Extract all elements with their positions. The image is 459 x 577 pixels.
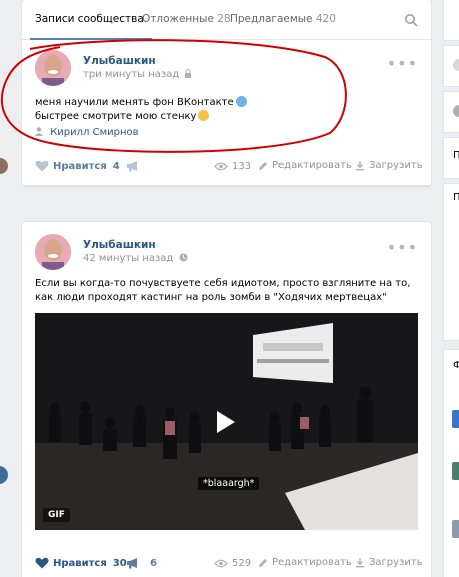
- post-time-text: 42 минуты назад: [83, 253, 174, 264]
- tab-count: 420: [315, 13, 336, 25]
- pencil-icon: [259, 558, 267, 567]
- avatar[interactable]: [35, 234, 71, 270]
- more-icon[interactable]: •••: [387, 56, 418, 72]
- tab-label: Предлагаемые: [230, 13, 313, 25]
- sidebar-logo-icon: [453, 59, 459, 71]
- sidebar-block[interactable]: П: [444, 138, 459, 178]
- upload-button[interactable]: Загрузить: [355, 160, 423, 171]
- sidebar-block: [444, 0, 459, 40]
- views-count: 529: [232, 558, 252, 569]
- heart-icon: [35, 160, 49, 172]
- clock-icon: [179, 253, 188, 262]
- tab-label: Записи сообщества: [35, 13, 144, 25]
- views-counter: 133: [214, 161, 251, 172]
- like-label: Нравится: [53, 557, 107, 569]
- edit-button[interactable]: Редактировать: [258, 160, 352, 171]
- gif-caption: *blaaargh*: [198, 477, 260, 490]
- pencil-icon: [259, 161, 267, 170]
- like-button[interactable]: Нравится 30: [35, 557, 127, 569]
- tab-postponed[interactable]: Отложенные 28: [142, 13, 231, 25]
- post-actions: Нравится 30 6 529 Редактировать Загрузит…: [22, 551, 431, 577]
- gif-attachment[interactable]: *blaaargh* GIF: [35, 313, 418, 530]
- download-icon: [356, 161, 364, 170]
- views-count: 133: [232, 161, 252, 172]
- post-actions: Нравится 4 133 Редактировать Загрузить: [22, 154, 431, 182]
- sidebar-block-title: П: [453, 150, 459, 161]
- megaphone-icon: [127, 161, 137, 172]
- share-count: 6: [150, 557, 157, 569]
- edit-label: Редактировать: [272, 557, 352, 568]
- left-edge-avatar[interactable]: [0, 158, 8, 174]
- heart-icon: [35, 557, 49, 569]
- tab-count: 28: [217, 13, 231, 25]
- red-annotation-ellipse: [1, 39, 347, 153]
- post-time[interactable]: 42 минуты назад: [83, 253, 188, 264]
- wall-feed: Записи сообщества Отложенные 28 Предлага…: [1, 0, 431, 577]
- search-icon[interactable]: [404, 13, 418, 27]
- like-button[interactable]: Нравится 4: [35, 160, 120, 172]
- views-counter: 529: [214, 558, 251, 569]
- wall-tabs: Записи сообщества Отложенные 28 Предлага…: [22, 0, 431, 40]
- download-icon: [356, 558, 364, 567]
- eye-icon: [214, 559, 228, 568]
- sidebar-thumbnail[interactable]: [452, 410, 459, 428]
- post-author[interactable]: Улыбашкин: [83, 239, 156, 251]
- sidebar-block[interactable]: П: [444, 184, 459, 340]
- more-icon[interactable]: •••: [387, 240, 418, 256]
- sidebar-info-icon: [453, 105, 459, 117]
- post-text: Если вы когда-то почувствуете себя идиот…: [35, 278, 411, 303]
- sidebar-thumbnail[interactable]: [452, 462, 459, 480]
- sidebar-block-title: Ф: [453, 360, 459, 371]
- like-label: Нравится: [53, 160, 107, 172]
- sidebar-thumbnail[interactable]: [452, 520, 459, 538]
- upload-label: Загрузить: [369, 557, 423, 568]
- share-button[interactable]: 6: [126, 557, 157, 569]
- edit-label: Редактировать: [272, 160, 352, 171]
- upload-label: Загрузить: [369, 160, 423, 171]
- play-icon[interactable]: [215, 409, 237, 435]
- tab-community-posts[interactable]: Записи сообщества: [35, 13, 144, 25]
- wall-post: Улыбашкин 42 минуты назад ••• Если вы ко…: [22, 222, 431, 577]
- eye-icon: [214, 162, 228, 171]
- upload-button[interactable]: Загрузить: [355, 557, 423, 568]
- like-count: 30: [112, 557, 127, 569]
- left-edge-avatar[interactable]: [0, 466, 8, 484]
- wall-post: Улыбашкин три минуты назад ••• меня науч…: [1, 39, 431, 186]
- tab-suggested[interactable]: Предлагаемые 420: [230, 13, 336, 25]
- sidebar-block[interactable]: Ф: [444, 350, 459, 577]
- share-button[interactable]: [126, 160, 140, 172]
- megaphone-icon: [127, 558, 137, 569]
- tab-label: Отложенные: [142, 13, 214, 25]
- gif-badge: GIF: [43, 508, 70, 522]
- edit-button[interactable]: Редактировать: [258, 557, 352, 568]
- sidebar-block: [444, 92, 459, 132]
- sidebar-block-title: П: [453, 192, 459, 203]
- sidebar-block: [444, 46, 459, 86]
- like-count: 4: [112, 160, 120, 172]
- community-posts-card: Записи сообщества Отложенные 28 Предлага…: [1, 0, 431, 186]
